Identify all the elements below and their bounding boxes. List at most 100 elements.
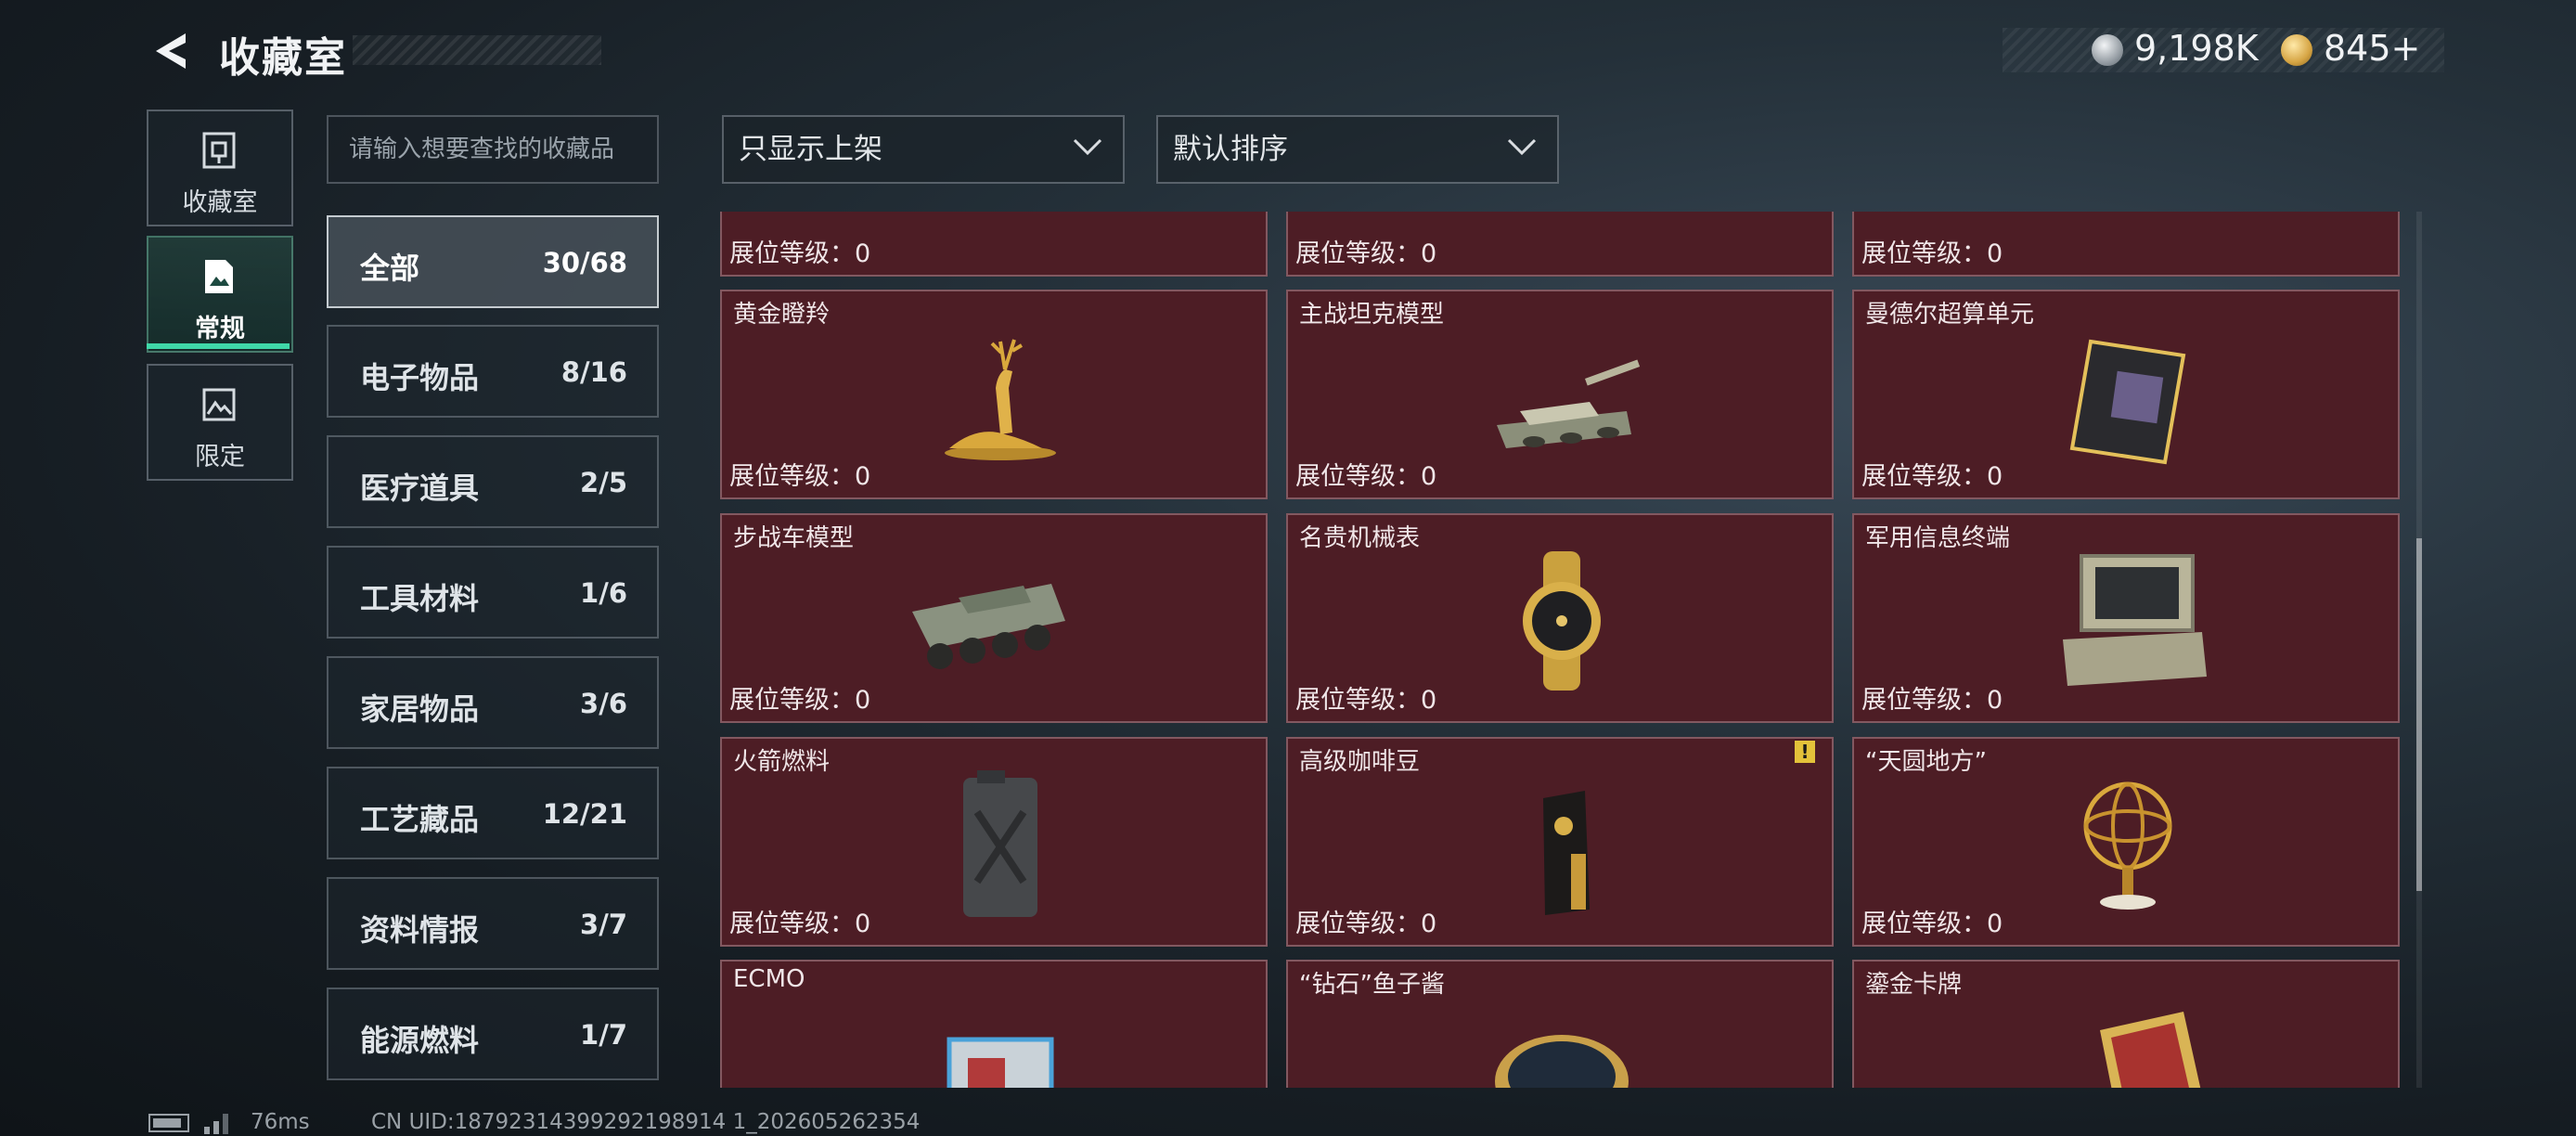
back-arrow-icon[interactable] [148,28,195,74]
category-all[interactable]: 全部 30/68 [327,215,659,308]
category-count: 8/16 [560,356,627,388]
category-electronics[interactable]: 电子物品 8/16 [327,325,659,418]
item-name: 步战车模型 [733,524,855,552]
chevron-down-icon [1507,138,1537,156]
item-card[interactable]: 军用信息终端 展位等级：0 [1852,513,2400,723]
silver-coin-icon [2092,34,2123,66]
armillary-sphere-icon [2083,781,2172,910]
add-currency-button[interactable]: + [2391,28,2421,69]
rocket-fuel-icon [963,770,1037,917]
item-name: 鎏金卡牌 [1865,971,1963,999]
display-level: 展位等级：0 [1295,462,1437,491]
item-card[interactable]: “钻石”鱼子酱 展位等级：0 [1286,960,1834,1088]
display-level: 展位等级：0 [1295,686,1437,715]
display-level: 展位等级：0 [1295,910,1437,938]
picture-icon [202,388,236,421]
item-card[interactable]: 展位等级：0 [720,212,1268,277]
sort-dropdown[interactable]: 默认排序 [1156,115,1559,184]
category-tools[interactable]: 工具材料 1/6 [327,546,659,639]
active-tab-indicator [147,343,290,349]
category-name: 医疗道具 [360,471,480,506]
item-card[interactable]: 展位等级：0 [1852,212,2400,277]
supercomputer-unit-icon [2069,339,2186,465]
signal-icon [204,1114,228,1134]
category-name: 家居物品 [360,691,480,727]
gold-amount[interactable]: 845+ [2324,28,2420,69]
tab-normal[interactable]: 常规 [147,236,293,353]
item-card[interactable]: 曼德尔超算单元 展位等级：0 [1852,290,2400,499]
item-card[interactable]: 主战坦克模型 展位等级：0 [1286,290,1834,499]
display-level: 展位等级：0 [729,462,871,491]
tab-limited[interactable]: 限定 [147,364,293,481]
item-card[interactable]: “天圆地方” 展位等级：0 [1852,737,2400,947]
page-title: 收藏室 [219,34,347,82]
display-level: 展位等级：0 [729,910,871,938]
tank-model-icon [1497,359,1641,448]
item-name: “天圆地方” [1865,748,1987,776]
grid-scroll-thumb[interactable] [2416,538,2422,891]
display-level: 展位等级：0 [1861,239,2003,268]
gilded-card-icon [2100,1012,2201,1088]
item-name: 主战坦克模型 [1299,301,1445,329]
item-name: “钻石”鱼子酱 [1299,971,1445,999]
category-name: 全部 [360,251,420,286]
collection-grid: 展位等级：0 展位等级：0 展位等级：0 黄金瞪羚 展位等级：0 主战坦克模型 … [720,212,2402,1088]
item-card[interactable]: 高级咖啡豆 ! 展位等级：0 [1286,737,1834,947]
display-level: 展位等级：0 [729,239,871,268]
chevron-down-icon [1073,138,1102,156]
item-name: 军用信息终端 [1865,524,2011,552]
item-card[interactable]: 黄金瞪羚 展位等级：0 [720,290,1268,499]
item-name: 名贵机械表 [1299,524,1421,552]
category-count: 1/6 [580,577,627,609]
category-count: 12/21 [542,798,627,830]
item-card[interactable]: 鎏金卡牌 展位等级：0 [1852,960,2400,1088]
item-card[interactable]: 展位等级：0 [1286,212,1834,277]
ping-text: 76ms [251,1110,310,1134]
display-level: 展位等级：0 [1861,686,2003,715]
tab-vault[interactable]: 收藏室 [147,110,293,226]
display-level: 展位等级：0 [729,686,871,715]
document-icon [205,260,233,293]
battery-icon [148,1114,189,1132]
category-count: 3/6 [580,688,627,719]
ecmo-icon [947,1037,1054,1088]
coffee-beans-icon [1543,791,1590,915]
gold-amount-value: 845 [2324,28,2391,69]
display-level: 展位等级：0 [1861,910,2003,938]
gold-coin-icon [2281,34,2312,66]
item-card[interactable]: 名贵机械表 展位等级：0 [1286,513,1834,723]
item-card[interactable]: 火箭燃料 展位等级：0 [720,737,1268,947]
uid-text: CN UID:18792314399292198914 1_2026052623… [371,1110,921,1134]
item-card[interactable]: ECMO 展位等级：0 [720,960,1268,1088]
item-name: 火箭燃料 [733,748,831,776]
category-name: 电子物品 [360,360,480,395]
category-name: 资料情报 [360,912,480,948]
category-energy[interactable]: 能源燃料 1/7 [327,988,659,1080]
category-household[interactable]: 家居物品 3/6 [327,656,659,749]
category-name: 工具材料 [360,581,480,616]
category-crafts[interactable]: 工艺藏品 12/21 [327,767,659,859]
display-filter-dropdown[interactable]: 只显示上架 [722,115,1125,184]
mechanical-watch-icon [1523,551,1601,691]
category-intel[interactable]: 资料情报 3/7 [327,877,659,970]
category-count: 1/7 [580,1019,627,1051]
silver-amount: 9,198K [2134,28,2259,69]
search-input[interactable]: 请输入想要查找的收藏品 [327,115,659,184]
category-name: 工艺藏品 [360,802,480,837]
item-name: 曼德尔超算单元 [1865,301,2035,329]
item-card[interactable]: 步战车模型 展位等级：0 [720,513,1268,723]
category-count: 3/7 [580,909,627,940]
category-name: 能源燃料 [360,1023,480,1058]
ifv-model-icon [912,584,1065,669]
vault-icon [202,132,236,169]
caviar-tin-icon [1495,1035,1629,1088]
tab-normal-label: 常规 [195,315,245,343]
military-terminal-icon [2063,554,2207,686]
warning-badge: ! [1795,741,1815,763]
tab-vault-label: 收藏室 [182,188,258,217]
category-medical[interactable]: 医疗道具 2/5 [327,435,659,528]
item-name: ECMO [733,965,805,993]
category-count: 2/5 [580,467,627,498]
item-name: 黄金瞪羚 [733,301,831,329]
item-name: 高级咖啡豆 [1299,748,1421,776]
